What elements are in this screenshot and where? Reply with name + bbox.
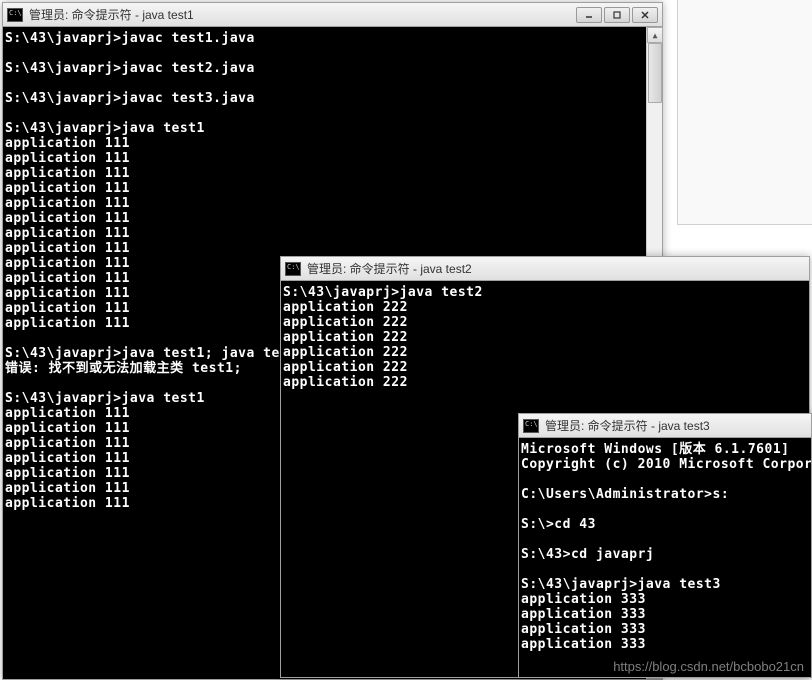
terminal-line: application 222	[283, 315, 807, 330]
terminal-line	[5, 46, 660, 61]
terminal-line: S:\43\javaprj>javac test2.java	[5, 61, 660, 76]
maximize-button[interactable]	[604, 7, 630, 23]
terminal-line: application 111	[5, 136, 660, 151]
window-controls	[576, 7, 658, 23]
terminal-line	[5, 76, 660, 91]
terminal-line	[521, 532, 809, 547]
terminal-line: application 111	[5, 151, 660, 166]
terminal-window-test3: 管理员: 命令提示符 - java test3 Microsoft Window…	[518, 413, 812, 678]
terminal-line	[521, 472, 809, 487]
terminal-line: S:\43\javaprj>javac test1.java	[5, 31, 660, 46]
terminal-line: S:\43\javaprj>java test2	[283, 285, 807, 300]
terminal-line: application 333	[521, 622, 809, 637]
terminal-line: application 111	[5, 241, 660, 256]
minimize-icon	[584, 10, 594, 20]
terminal-line: S:\43\javaprj>java test3	[521, 577, 809, 592]
titlebar[interactable]: 管理员: 命令提示符 - java test3	[519, 414, 811, 438]
terminal-line: application 111	[5, 196, 660, 211]
cmd-icon	[7, 8, 23, 22]
side-panel	[677, 0, 812, 225]
terminal-line: S:\>cd 43	[521, 517, 809, 532]
window-title: 管理员: 命令提示符 - java test3	[545, 417, 807, 434]
terminal-line: S:\43\javaprj>java test1	[5, 121, 660, 136]
minimize-button[interactable]	[576, 7, 602, 23]
terminal-line: S:\43>cd javaprj	[521, 547, 809, 562]
titlebar[interactable]: 管理员: 命令提示符 - java test2	[281, 257, 809, 281]
terminal-line: Copyright (c) 2010 Microsoft Corpora	[521, 457, 809, 472]
terminal-line: application 111	[5, 226, 660, 241]
maximize-icon	[612, 10, 622, 20]
terminal-line: S:\43\javaprj>javac test3.java	[5, 91, 660, 106]
terminal-line	[521, 562, 809, 577]
terminal-line: application 222	[283, 330, 807, 345]
terminal-line	[5, 106, 660, 121]
window-title: 管理员: 命令提示符 - java test2	[307, 260, 805, 277]
terminal-line: application 333	[521, 637, 809, 652]
terminal-line: application 222	[283, 300, 807, 315]
terminal-line: application 111	[5, 211, 660, 226]
cmd-icon	[523, 419, 539, 433]
terminal-line: application 222	[283, 345, 807, 360]
terminal-line: application 111	[5, 181, 660, 196]
terminal-line: application 222	[283, 360, 807, 375]
close-button[interactable]	[632, 7, 658, 23]
titlebar[interactable]: 管理员: 命令提示符 - java test1	[3, 3, 662, 27]
terminal-line: application 333	[521, 607, 809, 622]
close-icon	[640, 10, 650, 20]
scrollbar-thumb[interactable]	[648, 43, 662, 103]
cmd-icon	[285, 262, 301, 276]
window-title: 管理员: 命令提示符 - java test1	[29, 6, 576, 23]
terminal-line: application 333	[521, 592, 809, 607]
scroll-up-button[interactable]: ▲	[647, 27, 663, 43]
terminal-line	[521, 502, 809, 517]
terminal-output[interactable]: Microsoft Windows [版本 6.1.7601]Copyright…	[519, 438, 811, 677]
terminal-line: application 111	[5, 166, 660, 181]
terminal-line: Microsoft Windows [版本 6.1.7601]	[521, 442, 809, 457]
terminal-line: application 222	[283, 375, 807, 390]
terminal-line: C:\Users\Administrator>s:	[521, 487, 809, 502]
